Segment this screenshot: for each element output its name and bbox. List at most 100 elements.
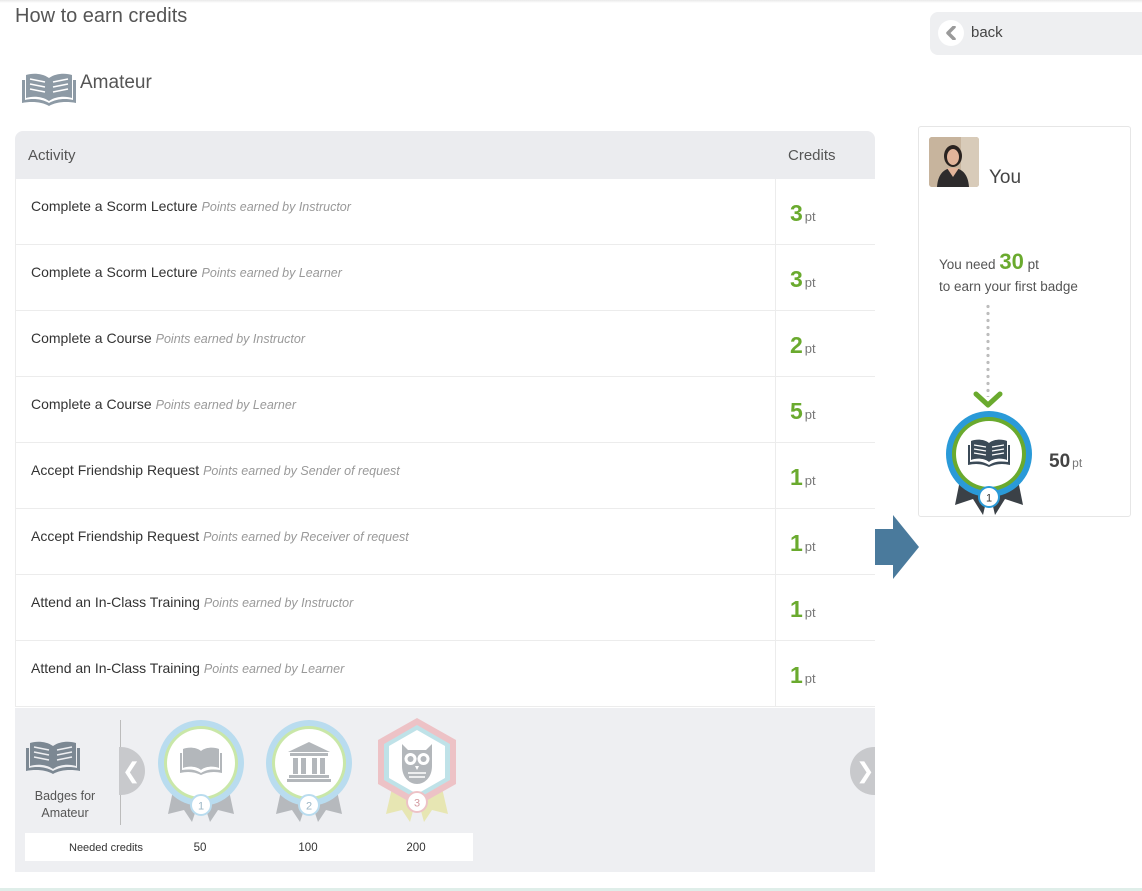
next-badge-needed: 50 pt	[1049, 451, 1082, 473]
credits-value: 1 pt	[790, 530, 816, 557]
badges-next-button[interactable]: ❯	[850, 747, 875, 795]
activity-name: Complete a Course	[31, 330, 152, 346]
credits-value: 3 pt	[790, 266, 816, 293]
credits-cell: 1 pt	[775, 641, 876, 706]
credits-unit: pt	[804, 671, 816, 686]
badge-item-2[interactable]: 2	[264, 718, 354, 831]
activity-earned-by: Points earned by Instructor	[155, 332, 306, 346]
next-badge-needed-value: 50	[1049, 451, 1071, 472]
activity-cell: Accept Friendship Request Points earned b…	[31, 462, 400, 478]
need-points: 30	[999, 249, 1024, 274]
credits-unit: pt	[804, 605, 816, 620]
credits-unit: pt	[804, 539, 816, 554]
credits-points: 5	[790, 398, 803, 424]
credits-points: 1	[790, 464, 803, 490]
needed-credits-value-1: 50	[193, 842, 207, 854]
needed-credits-value-2: 100	[298, 842, 318, 854]
credits-value: 1 pt	[790, 596, 816, 623]
chevron-left-icon: ❮	[122, 758, 141, 783]
credits-points: 1	[790, 662, 803, 688]
activity-name: Attend an In-Class Training	[31, 594, 200, 610]
credits-unit: pt	[804, 275, 816, 290]
column-header-credits: Credits	[788, 147, 836, 164]
activity-earned-by: Points earned by Instructor	[203, 596, 354, 610]
activity-cell: Complete a Scorm Lecture Points earned by…	[31, 264, 342, 280]
activity-name: Accept Friendship Request	[31, 462, 200, 478]
activity-earned-by: Points earned by Learner	[201, 266, 342, 280]
open-book-icon	[24, 738, 82, 781]
chevron-right-icon: ❯	[856, 758, 875, 783]
activity-cell: Attend an In-Class Training Points earned…	[31, 660, 344, 676]
credits-cell: 3 pt	[775, 245, 876, 310]
table-row: Accept Friendship Request Points earned b…	[15, 443, 875, 509]
activity-name: Complete a Scorm Lecture	[31, 198, 198, 214]
activity-name: Complete a Scorm Lecture	[31, 264, 198, 280]
credits-cell: 5 pt	[775, 377, 876, 442]
avatar[interactable]	[929, 137, 979, 187]
badges-prev-button[interactable]: ❮	[119, 747, 145, 795]
activity-earned-by: Points earned by Learner	[203, 662, 345, 676]
credits-cell: 1 pt	[775, 575, 876, 640]
activity-cell: Complete a Course Points earned by Instru…	[31, 330, 305, 346]
table-row: Attend an In-Class Training Points earned…	[15, 575, 875, 641]
page-title: How to earn credits	[15, 5, 188, 27]
activity-name: Complete a Course	[31, 396, 152, 412]
need-suffix: to earn your first badge	[939, 279, 1078, 294]
credits-value: 2 pt	[790, 332, 816, 359]
table-row: Complete a Scorm Lecture Points earned by…	[15, 179, 875, 245]
credits-points: 3	[790, 266, 803, 292]
progress-dotted-line	[986, 303, 990, 397]
badges-label: Badges for Amateur	[34, 789, 96, 820]
activity-earned-by: Points earned by Learner	[155, 398, 296, 412]
user-name: You	[989, 167, 1022, 188]
table-row: Attend an In-Class Training Points earned…	[15, 641, 875, 707]
need-unit: pt	[1027, 257, 1039, 272]
you-progress-card: You You need 30 pt to earn your first ba…	[918, 126, 1131, 517]
table-row: Accept Friendship Request Points earned b…	[15, 509, 875, 575]
needed-credits-label: Needed credits	[69, 842, 143, 854]
credits-value: 5 pt	[790, 398, 816, 425]
activity-earned-by: Points earned by Receiver of request	[203, 530, 409, 544]
credits-unit: pt	[804, 341, 816, 356]
column-header-activity: Activity	[28, 147, 76, 164]
activity-cell: Complete a Scorm Lecture Points earned by…	[31, 198, 351, 214]
credits-value: 1 pt	[790, 662, 816, 689]
credits-cell: 2 pt	[775, 311, 876, 376]
open-book-icon	[20, 70, 78, 113]
back-button[interactable]: back	[930, 12, 1142, 55]
activity-name: Attend an In-Class Training	[31, 660, 200, 676]
badge-number: 2	[306, 801, 312, 813]
credits-points: 1	[790, 596, 803, 622]
badge-item-1[interactable]: 1	[156, 718, 246, 831]
next-badge[interactable]: 1	[943, 409, 1035, 524]
activity-earned-by: Points earned by Sender of request	[203, 464, 400, 478]
credits-points: 1	[790, 530, 803, 556]
credits-unit: pt	[804, 209, 816, 224]
credits-value: 3 pt	[790, 200, 816, 227]
table-row: Complete a Course Points earned by Instru…	[15, 311, 875, 377]
activity-cell: Complete a Course Points earned by Learne…	[31, 396, 296, 412]
credits-cell: 1 pt	[775, 443, 876, 508]
back-chevron-icon	[938, 20, 964, 46]
badge-item-3[interactable]: 3	[372, 718, 462, 831]
arrow-right-icon	[875, 515, 921, 584]
needed-credits-row: Needed credits 50 100 200	[25, 833, 473, 861]
owl-icon	[402, 744, 432, 784]
badge-number: 3	[414, 798, 420, 810]
badges-panel: Badges for Amateur ❮ 1 2 3 ❯ Needed cred…	[15, 708, 875, 872]
credits-points: 2	[790, 332, 803, 358]
credits-unit: pt	[804, 407, 816, 422]
top-shadow	[0, 0, 1142, 3]
badge-number: 1	[986, 493, 992, 505]
back-label: back	[971, 24, 1003, 41]
table-row: Complete a Scorm Lecture Points earned by…	[15, 245, 875, 311]
activity-name: Accept Friendship Request	[31, 528, 200, 544]
credits-cell: 3 pt	[775, 179, 876, 244]
next-badge-needed-unit: pt	[1072, 456, 1083, 470]
credits-value: 1 pt	[790, 464, 816, 491]
credits-cell: 1 pt	[775, 509, 876, 574]
table-row: Complete a Course Points earned by Learne…	[15, 377, 875, 443]
level-name: Amateur	[80, 72, 152, 93]
credits-unit: pt	[804, 473, 816, 488]
activity-cell: Accept Friendship Request Points earned b…	[31, 528, 409, 544]
